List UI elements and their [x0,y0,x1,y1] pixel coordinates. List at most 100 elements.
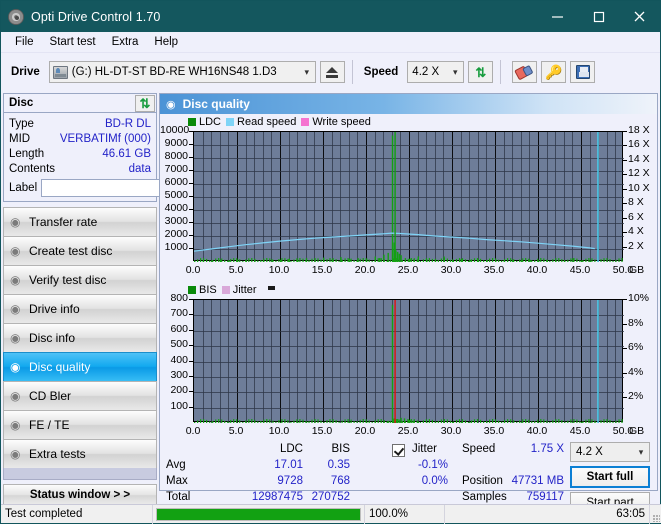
legend-swatch-write-speed [301,118,310,126]
y-axis-tick-label: 4000 [164,202,188,214]
sidebar-item-fe-te[interactable]: ◉ FE / TE [3,410,157,439]
sidebar-item-drive-info[interactable]: ◉ Drive info [3,294,157,323]
y2-axis-tick-label: 14 X [628,152,650,165]
menu-start-test[interactable]: Start test [42,34,104,50]
disc-row-length: Length 46.61 GB [9,146,151,161]
sidebar-item-transfer-rate[interactable]: ◉ Transfer rate [3,207,157,236]
y2-axis-tick-label: 16 X [628,138,650,151]
y-axis-tick [189,330,193,331]
menu-help[interactable]: Help [146,34,186,50]
jitter-checkbox[interactable] [392,444,405,457]
jitter-label: Jitter [412,443,437,455]
legend-label-write-speed: Write speed [312,116,371,128]
stats-row-label-avg: Avg [166,459,186,471]
y-axis-tick [189,144,193,145]
tools-button[interactable]: 🔑 [541,61,567,83]
legend-item-bis: BIS [188,284,217,296]
y2-axis-tick [623,324,627,325]
menu-extra[interactable]: Extra [104,34,147,50]
position-stat-label: Position [462,475,503,487]
bis-chart[interactable]: 100 200 300 400 500 600 700 800 2% 4% 6% 8% 10% 0.0 5.… [160,292,657,442]
legend-label-bis: BIS [199,284,217,296]
drive-select[interactable]: (G:) HL-DT-ST BD-RE WH16NS48 1.D3 ▾ [48,61,316,83]
sidebar-item-create-test-disc[interactable]: ◉ Create test disc [3,236,157,265]
x-axis-tick-label: 45.0 [569,264,591,276]
legend-item-read-speed: Read speed [226,116,296,128]
y-axis-tick-label: 200 [170,384,188,397]
legend-top-chart: LDC Read speed Write speed [160,114,657,129]
y2-axis-tick-label: 6% [628,341,644,354]
sidebar-item-label: Verify test disc [29,273,107,287]
close-icon[interactable] [619,1,660,32]
app-window: Opti Drive Control 1.70 File Start test … [0,0,661,524]
menu-file[interactable]: File [7,34,42,50]
series-layer [194,300,623,423]
minimize-icon[interactable] [537,1,578,32]
chevron-down-icon: ▾ [304,66,310,77]
x-axis-tick-label: 15.0 [311,264,333,276]
sidebar-item-disc-info[interactable]: ◉ Disc info [3,323,157,352]
sidebar-item-label: Transfer rate [29,215,98,229]
disc-label-type: Type [9,117,34,130]
y2-axis-tick [623,247,627,248]
x-axis-unit-label: GB [629,425,645,437]
y2-axis-tick-label: 6 X [628,210,644,223]
y-axis-tick-label: 400 [170,353,188,366]
panel-header: ◉ Disc quality [160,94,657,114]
x-axis-unit-label: GB [629,264,645,276]
resize-grip[interactable] [650,505,661,524]
x-axis-tick-label: 25.0 [397,425,419,437]
toolbar: Drive (G:) HL-DT-ST BD-RE WH16NS48 1.D3 … [1,53,660,91]
y-axis-tick-label: 600 [170,322,188,335]
x-axis-tick-label: 5.0 [228,425,244,437]
legend-item-ldc: LDC [188,116,221,128]
series-bis [194,304,623,423]
y2-axis-tick [623,174,627,175]
x-axis-tick-label: 20.0 [354,264,376,276]
x-axis-tick-label: 5.0 [228,264,244,276]
sidebar-item-label: Drive info [29,302,80,316]
x-axis-tick-label: 10.0 [268,264,290,276]
y-axis-tick [189,170,193,171]
y2-axis-tick-label: 8% [628,316,644,329]
disc-extra-icon: ◉ [10,447,21,461]
sidebar-item-extra-tests[interactable]: ◉ Extra tests [3,439,157,468]
test-speed-select[interactable]: 4.2 X ▾ [570,442,650,462]
y2-axis-tick-label: 4% [628,365,644,378]
x-axis-tick-label: 30.0 [440,425,462,437]
y-axis-tick [189,361,193,362]
ldc-chart[interactable]: 1000 2000 3000 4000 5000 6000 7000 8000 9000 1000… [160,124,657,281]
title-bar: Opti Drive Control 1.70 [1,1,660,32]
scale-handle-icon[interactable] [267,285,275,290]
x-axis-tick-label: 40.0 [526,264,548,276]
disc-quality-icon: ◉ [166,98,176,111]
y-axis-tick [189,391,193,392]
eject-button[interactable] [319,61,345,83]
sidebar-item-cd-bler[interactable]: ◉ CD Bler [3,381,157,410]
y-axis-tick-label: 5000 [164,189,188,201]
maximize-icon[interactable] [578,1,619,32]
sidebar-item-disc-quality[interactable]: ◉ Disc quality [3,352,157,381]
y-axis-tick [189,407,193,408]
disc-quality-panel: ◉ Disc quality LDC Read speed Write spee… [159,93,658,513]
main-body: Disc ⇅ Type BD-R DL MID VERBATIMf (000) … [1,91,660,513]
refresh-button[interactable]: ⇅ [468,61,494,83]
y-axis-tick-label: 3000 [164,215,188,227]
status-window-button[interactable]: Status window > > [3,484,157,506]
nav-list: ◉ Transfer rate ◉ Create test disc ◉ Ver… [3,207,157,480]
plot-area [193,299,624,423]
y2-axis-tick-label: 2 X [628,239,644,252]
end-of-data-marker [597,300,599,423]
end-of-data-marker [597,132,599,262]
y2-axis-tick [623,373,627,374]
erase-button[interactable] [512,61,538,83]
sidebar-item-verify-test-disc[interactable]: ◉ Verify test disc [3,265,157,294]
y2-axis-tick [623,232,627,233]
save-button[interactable] [570,61,596,83]
legend-item-jitter: Jitter [221,284,257,296]
start-full-button[interactable]: Start full [570,466,650,488]
disc-value-type: BD-R DL [104,117,151,130]
speed-select[interactable]: 4.2 X ▾ [407,61,465,83]
progress-percent: 100.0% [365,504,445,524]
disc-refresh-button[interactable]: ⇅ [135,94,155,112]
